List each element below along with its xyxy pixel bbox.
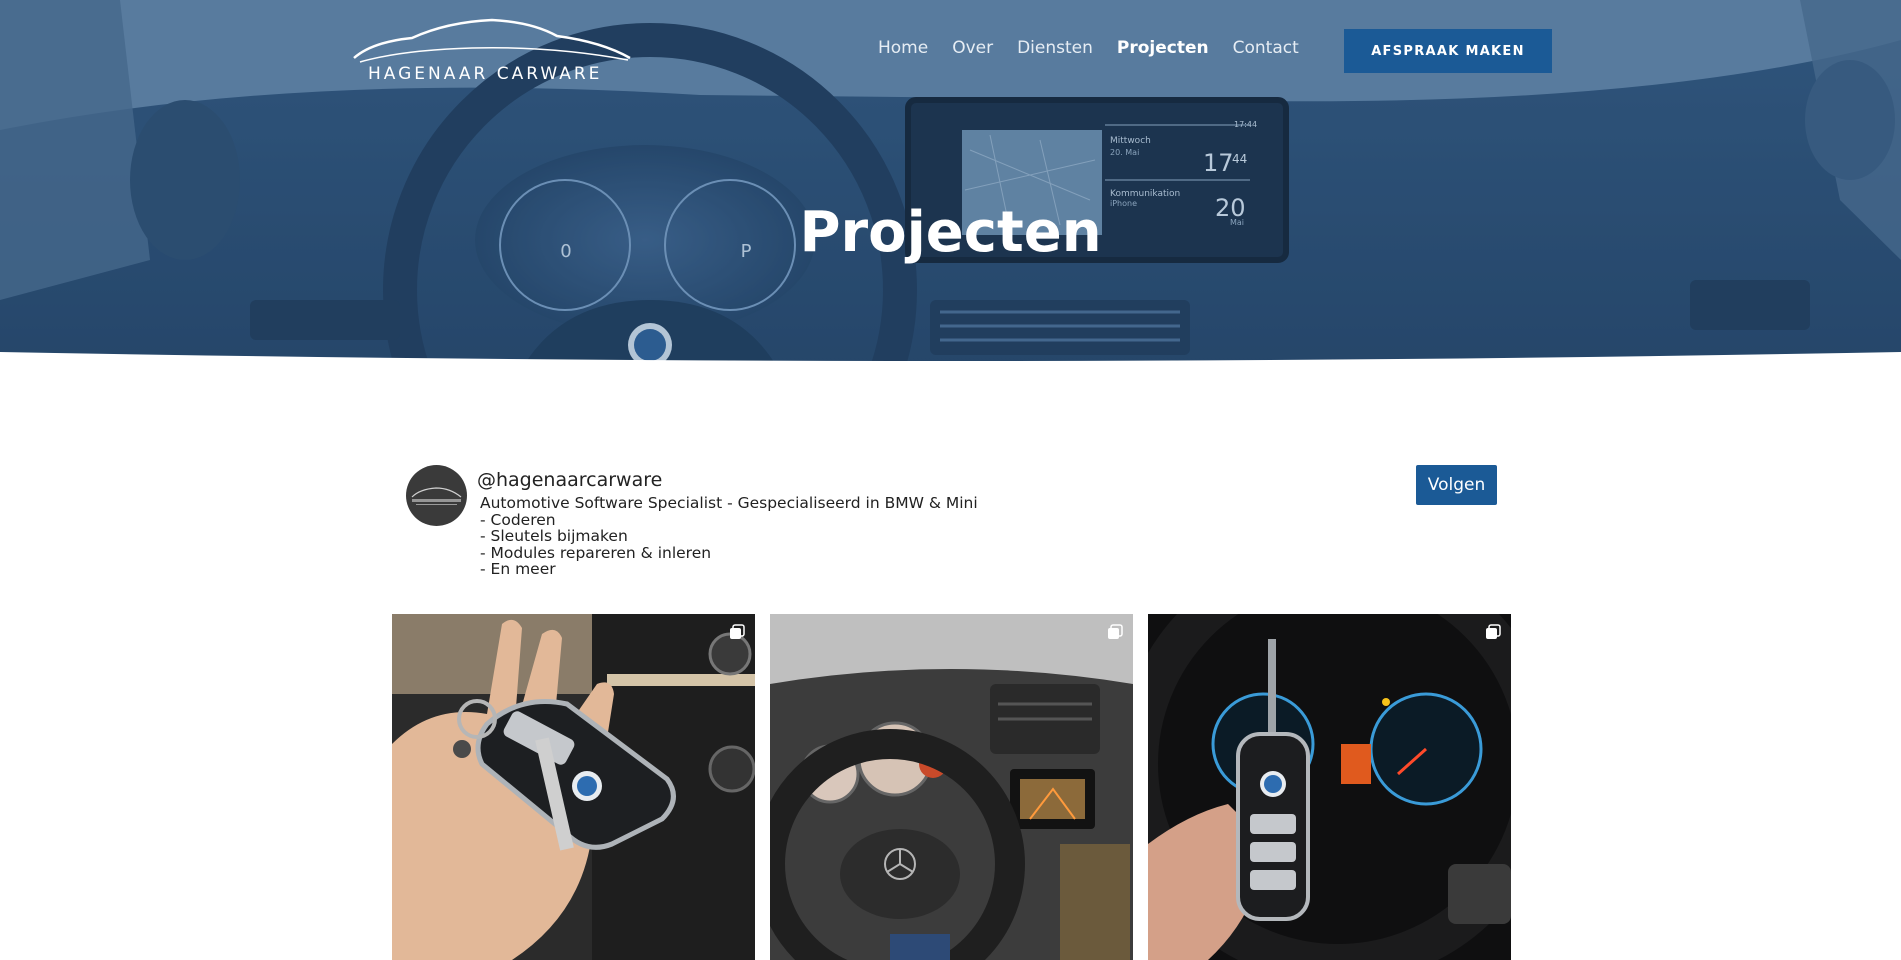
- post-image-bmw-key: [392, 614, 755, 960]
- follow-button[interactable]: Volgen: [1416, 465, 1497, 505]
- car-silhouette-icon: [353, 18, 631, 63]
- nav-item-projecten[interactable]: Projecten: [1117, 38, 1209, 58]
- brand-name: HAGENAAR CARWARE: [368, 64, 603, 84]
- bio-line: - Sleutels bijmaken: [480, 527, 628, 545]
- post-image-bmw-flip-key: [1148, 614, 1511, 960]
- nav-item-over[interactable]: Over: [952, 38, 993, 58]
- instagram-profile-header: @hagenaarcarware Automotive Software Spe…: [406, 465, 1498, 585]
- hero-wave-divider: [0, 352, 1901, 372]
- gallery-icon: [730, 624, 745, 639]
- hero-banner: 0 P 17:44 Mittwoch 20. Mai 17 44 Kommuni…: [0, 0, 1901, 372]
- feed-post[interactable]: [1148, 614, 1511, 960]
- brand-logo[interactable]: HAGENAAR CARWARE: [352, 16, 632, 86]
- main-nav: Home Over Diensten Projecten Contact: [878, 38, 1323, 58]
- bio-line: - En meer: [480, 560, 556, 578]
- gallery-icon: [1108, 624, 1123, 639]
- bio-line: Automotive Software Specialist - Gespeci…: [480, 494, 978, 512]
- bio-line: - Coderen: [480, 510, 556, 529]
- page-title: Projecten: [799, 200, 1102, 265]
- make-appointment-button[interactable]: AFSPRAAK MAKEN: [1344, 29, 1552, 73]
- nav-item-diensten[interactable]: Diensten: [1017, 38, 1093, 58]
- feed-post[interactable]: [770, 614, 1133, 960]
- nav-item-home[interactable]: Home: [878, 38, 928, 58]
- feed-post[interactable]: [392, 614, 755, 960]
- bio-line: - Modules repareren & inleren: [480, 543, 712, 562]
- nav-item-contact[interactable]: Contact: [1233, 38, 1299, 58]
- profile-bio: Automotive Software Specialist - Gespeci…: [480, 495, 978, 578]
- gallery-icon: [1486, 624, 1501, 639]
- avatar[interactable]: [406, 465, 467, 526]
- profile-handle[interactable]: @hagenaarcarware: [477, 469, 662, 491]
- brand-logo-icon: [411, 487, 462, 505]
- post-image-mercedes-dashboard: [770, 614, 1133, 960]
